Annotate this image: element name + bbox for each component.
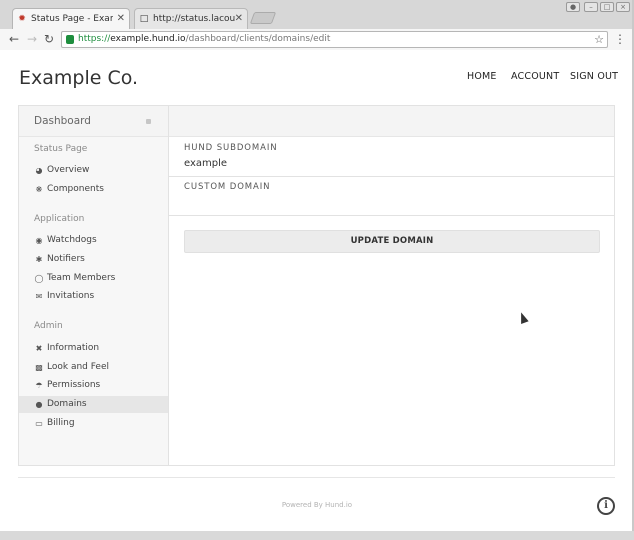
reload-icon[interactable]: ↻ [42,32,56,46]
powered-by-link[interactable]: Powered By Hund.io [0,501,634,509]
url-scheme: https:// [78,34,111,44]
browser-menu-icon[interactable]: ⋮ [614,32,626,46]
globe-icon: ◯ [34,274,44,283]
field-divider [169,215,614,216]
maximize-icon[interactable]: □ [600,2,614,12]
sidebar-item-label: Overview [47,165,90,175]
sidebar-item-permissions[interactable]: ☂ Permissions [19,377,168,394]
domain-form: HUND SUBDOMAIN example CUSTOM DOMAIN UPD… [169,106,614,465]
sidebar-item-label: Components [47,184,104,194]
browser-toolbar: ← → ↻ https://example.hund.io/dashboard/… [0,29,634,50]
new-tab-button[interactable] [249,12,277,24]
sidebar: Dashboard Status Page ◕ Overview ❋ Compo… [19,106,169,465]
globe-icon: ● [35,400,43,409]
eye-icon: ◉ [35,236,43,245]
close-icon[interactable]: ✕ [235,9,243,29]
hund-logo-icon: ✹ [18,14,26,24]
sidebar-title: Dashboard [34,115,91,127]
bookmark-star-icon[interactable]: ☆ [594,32,604,47]
sidebar-item-team-members[interactable]: ◯ Team Members [19,270,168,287]
nav-sign-out[interactable]: SIGN OUT [570,71,618,82]
sidebar-item-label: Notifiers [47,254,85,264]
sidebar-item-label: Team Members [47,273,116,283]
sidebar-item-label: Information [47,343,100,353]
dashboard-panel: Dashboard Status Page ◕ Overview ❋ Compo… [18,105,615,466]
section-title-admin: Admin [34,321,63,331]
sidebar-item-overview[interactable]: ◕ Overview [19,162,168,179]
sidebar-item-look-and-feel[interactable]: ▩ Look and Feel [19,359,168,376]
user-profile-icon[interactable]: ● [566,2,580,12]
subdomain-input[interactable]: example [184,158,599,172]
components-icon: ❋ [35,185,43,194]
sidebar-item-notifiers[interactable]: ✱ Notifiers [19,251,168,268]
page: Example Co. HOME ACCOUNT SIGN OUT Dashbo… [0,51,634,540]
sidebar-item-components[interactable]: ❋ Components [19,181,168,198]
close-icon[interactable]: ✕ [117,9,125,29]
url-host: example.hund.io [110,34,186,44]
envelope-icon: ✉ [35,292,43,301]
sidebar-item-domains[interactable]: ● Domains [19,396,168,413]
footer-divider [18,477,615,478]
nav-account[interactable]: ACCOUNT [511,71,559,82]
custom-domain-label: CUSTOM DOMAIN [184,182,271,192]
window-border [0,531,634,540]
back-arrow-icon[interactable]: ← [7,32,21,46]
bucket-icon: ▩ [35,363,43,372]
update-domain-button[interactable]: UPDATE DOMAIN [184,230,600,253]
secure-lock-icon [66,35,74,44]
forward-arrow-icon[interactable]: → [25,32,39,46]
browser-tab[interactable]: □ http://status.lacour. ✕ [134,8,248,29]
subdomain-label: HUND SUBDOMAIN [184,143,278,153]
url-path: /dashboard/clients/domains/edit [185,34,331,44]
minimize-icon[interactable]: – [584,2,598,12]
page-icon: □ [139,14,149,24]
tab-title: Status Page - Exam [31,14,113,24]
shield-icon: ☂ [35,381,43,390]
sidebar-item-billing[interactable]: ▭ Billing [19,415,168,432]
sidebar-item-label: Look and Feel [47,362,109,372]
broadcast-icon: ✱ [35,255,43,264]
sidebar-item-watchdogs[interactable]: ◉ Watchdogs [19,232,168,249]
sidebar-item-label: Billing [47,418,75,428]
custom-domain-input[interactable] [184,197,599,211]
info-icon[interactable]: i [597,497,615,515]
tab-title: http://status.lacour. [153,14,235,24]
field-divider [169,176,614,177]
sidebar-header: Dashboard [19,106,168,137]
brand-title[interactable]: Example Co. [19,67,138,89]
sidebar-item-invitations[interactable]: ✉ Invitations [19,288,168,305]
window-close-icon[interactable]: × [616,2,630,12]
tab-strip: ✹ Status Page - Exam ✕ □ http://status.l… [0,0,634,29]
address-bar[interactable]: https://example.hund.io/dashboard/client… [61,31,608,48]
section-title-status-page: Status Page [34,144,88,154]
section-title-application: Application [34,214,85,224]
sidebar-item-label: Watchdogs [47,235,97,245]
form-header [169,106,614,137]
browser-chrome: ✹ Status Page - Exam ✕ □ http://status.l… [0,0,634,50]
sidebar-item-label: Invitations [47,291,95,301]
sidebar-item-label: Domains [47,399,87,409]
sidebar-item-label: Permissions [47,380,101,390]
tools-icon: ✖ [35,344,43,353]
nav-home[interactable]: HOME [467,71,497,82]
sidebar-item-information[interactable]: ✖ Information [19,340,168,357]
collapse-icon[interactable] [146,119,151,124]
credit-card-icon: ▭ [35,419,43,428]
browser-tab-active[interactable]: ✹ Status Page - Exam ✕ [12,8,130,29]
gauge-icon: ◕ [35,166,43,175]
